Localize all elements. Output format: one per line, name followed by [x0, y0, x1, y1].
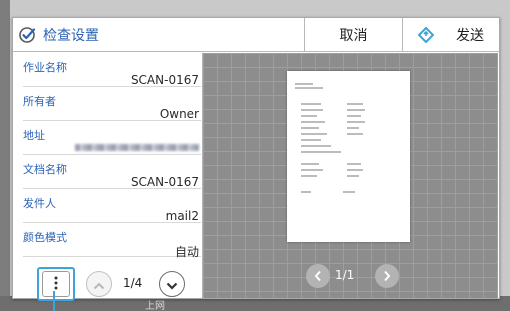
send-diamond-icon — [418, 26, 434, 43]
info-label: 发件人 — [23, 197, 56, 210]
info-item-document-name: 文档名称 SCAN-0167 — [23, 155, 201, 189]
info-controls: 1/4 — [13, 264, 201, 301]
check-circle-icon — [19, 26, 37, 44]
background-left-strip — [0, 0, 10, 311]
next-page-button[interactable] — [375, 264, 399, 288]
chevron-right-icon — [383, 267, 391, 286]
dialog-title-area: 检查设置 — [13, 18, 304, 51]
info-value: SCAN-0167 — [130, 175, 199, 189]
info-value: 自动 — [174, 245, 199, 259]
send-button-label: 发送 — [456, 27, 484, 44]
check-settings-dialog: 检查设置 取消 发送 作业名称 SCAN-0167 所有者 Owner 地址 文… — [12, 17, 500, 301]
info-item-address: 地址 — [23, 121, 201, 155]
chevron-down-icon — [166, 275, 178, 294]
dialog-title: 检查设置 — [43, 27, 99, 44]
cancel-button-label: 取消 — [339, 27, 368, 44]
scroll-up-button[interactable] — [86, 271, 112, 297]
info-value: SCAN-0167 — [130, 73, 199, 87]
blurred-address-value — [75, 144, 199, 151]
cancel-button[interactable]: 取消 — [304, 18, 402, 51]
info-label: 地址 — [23, 129, 45, 142]
info-label: 文档名称 — [23, 163, 67, 176]
background-bottom-text: 上网 — [145, 301, 165, 311]
info-value: mail2 — [165, 209, 199, 223]
info-label: 所有者 — [23, 95, 56, 108]
info-label: 颜色模式 — [23, 231, 67, 244]
callout-line — [53, 291, 55, 311]
info-item-job-name: 作业名称 SCAN-0167 — [23, 53, 201, 87]
dialog-header: 检查设置 取消 发送 — [13, 18, 499, 52]
info-item-color-mode: 颜色模式 自动 — [23, 223, 201, 259]
previous-page-button[interactable] — [306, 264, 330, 288]
send-button[interactable]: 发送 — [402, 18, 499, 51]
scroll-down-button[interactable] — [159, 271, 185, 297]
chevron-left-icon — [314, 267, 322, 286]
settings-info-list[interactable]: 作业名称 SCAN-0167 所有者 Owner 地址 文档名称 SCAN-01… — [23, 53, 201, 265]
info-page-indicator: 1/4 — [123, 276, 143, 290]
info-item-owner: 所有者 Owner — [23, 87, 201, 121]
preview-page-thumbnail — [287, 71, 410, 242]
info-label: 作业名称 — [23, 61, 67, 74]
preview-page-indicator: 1/1 — [335, 268, 355, 282]
preview-navigation: 1/1 — [203, 263, 499, 291]
document-preview[interactable]: 1/1 — [202, 53, 498, 298]
chevron-up-icon — [93, 275, 105, 294]
info-item-sender: 发件人 mail2 — [23, 189, 201, 223]
menu-button-frame — [42, 271, 70, 297]
menu-button[interactable] — [37, 267, 75, 301]
info-value: Owner — [159, 107, 199, 121]
